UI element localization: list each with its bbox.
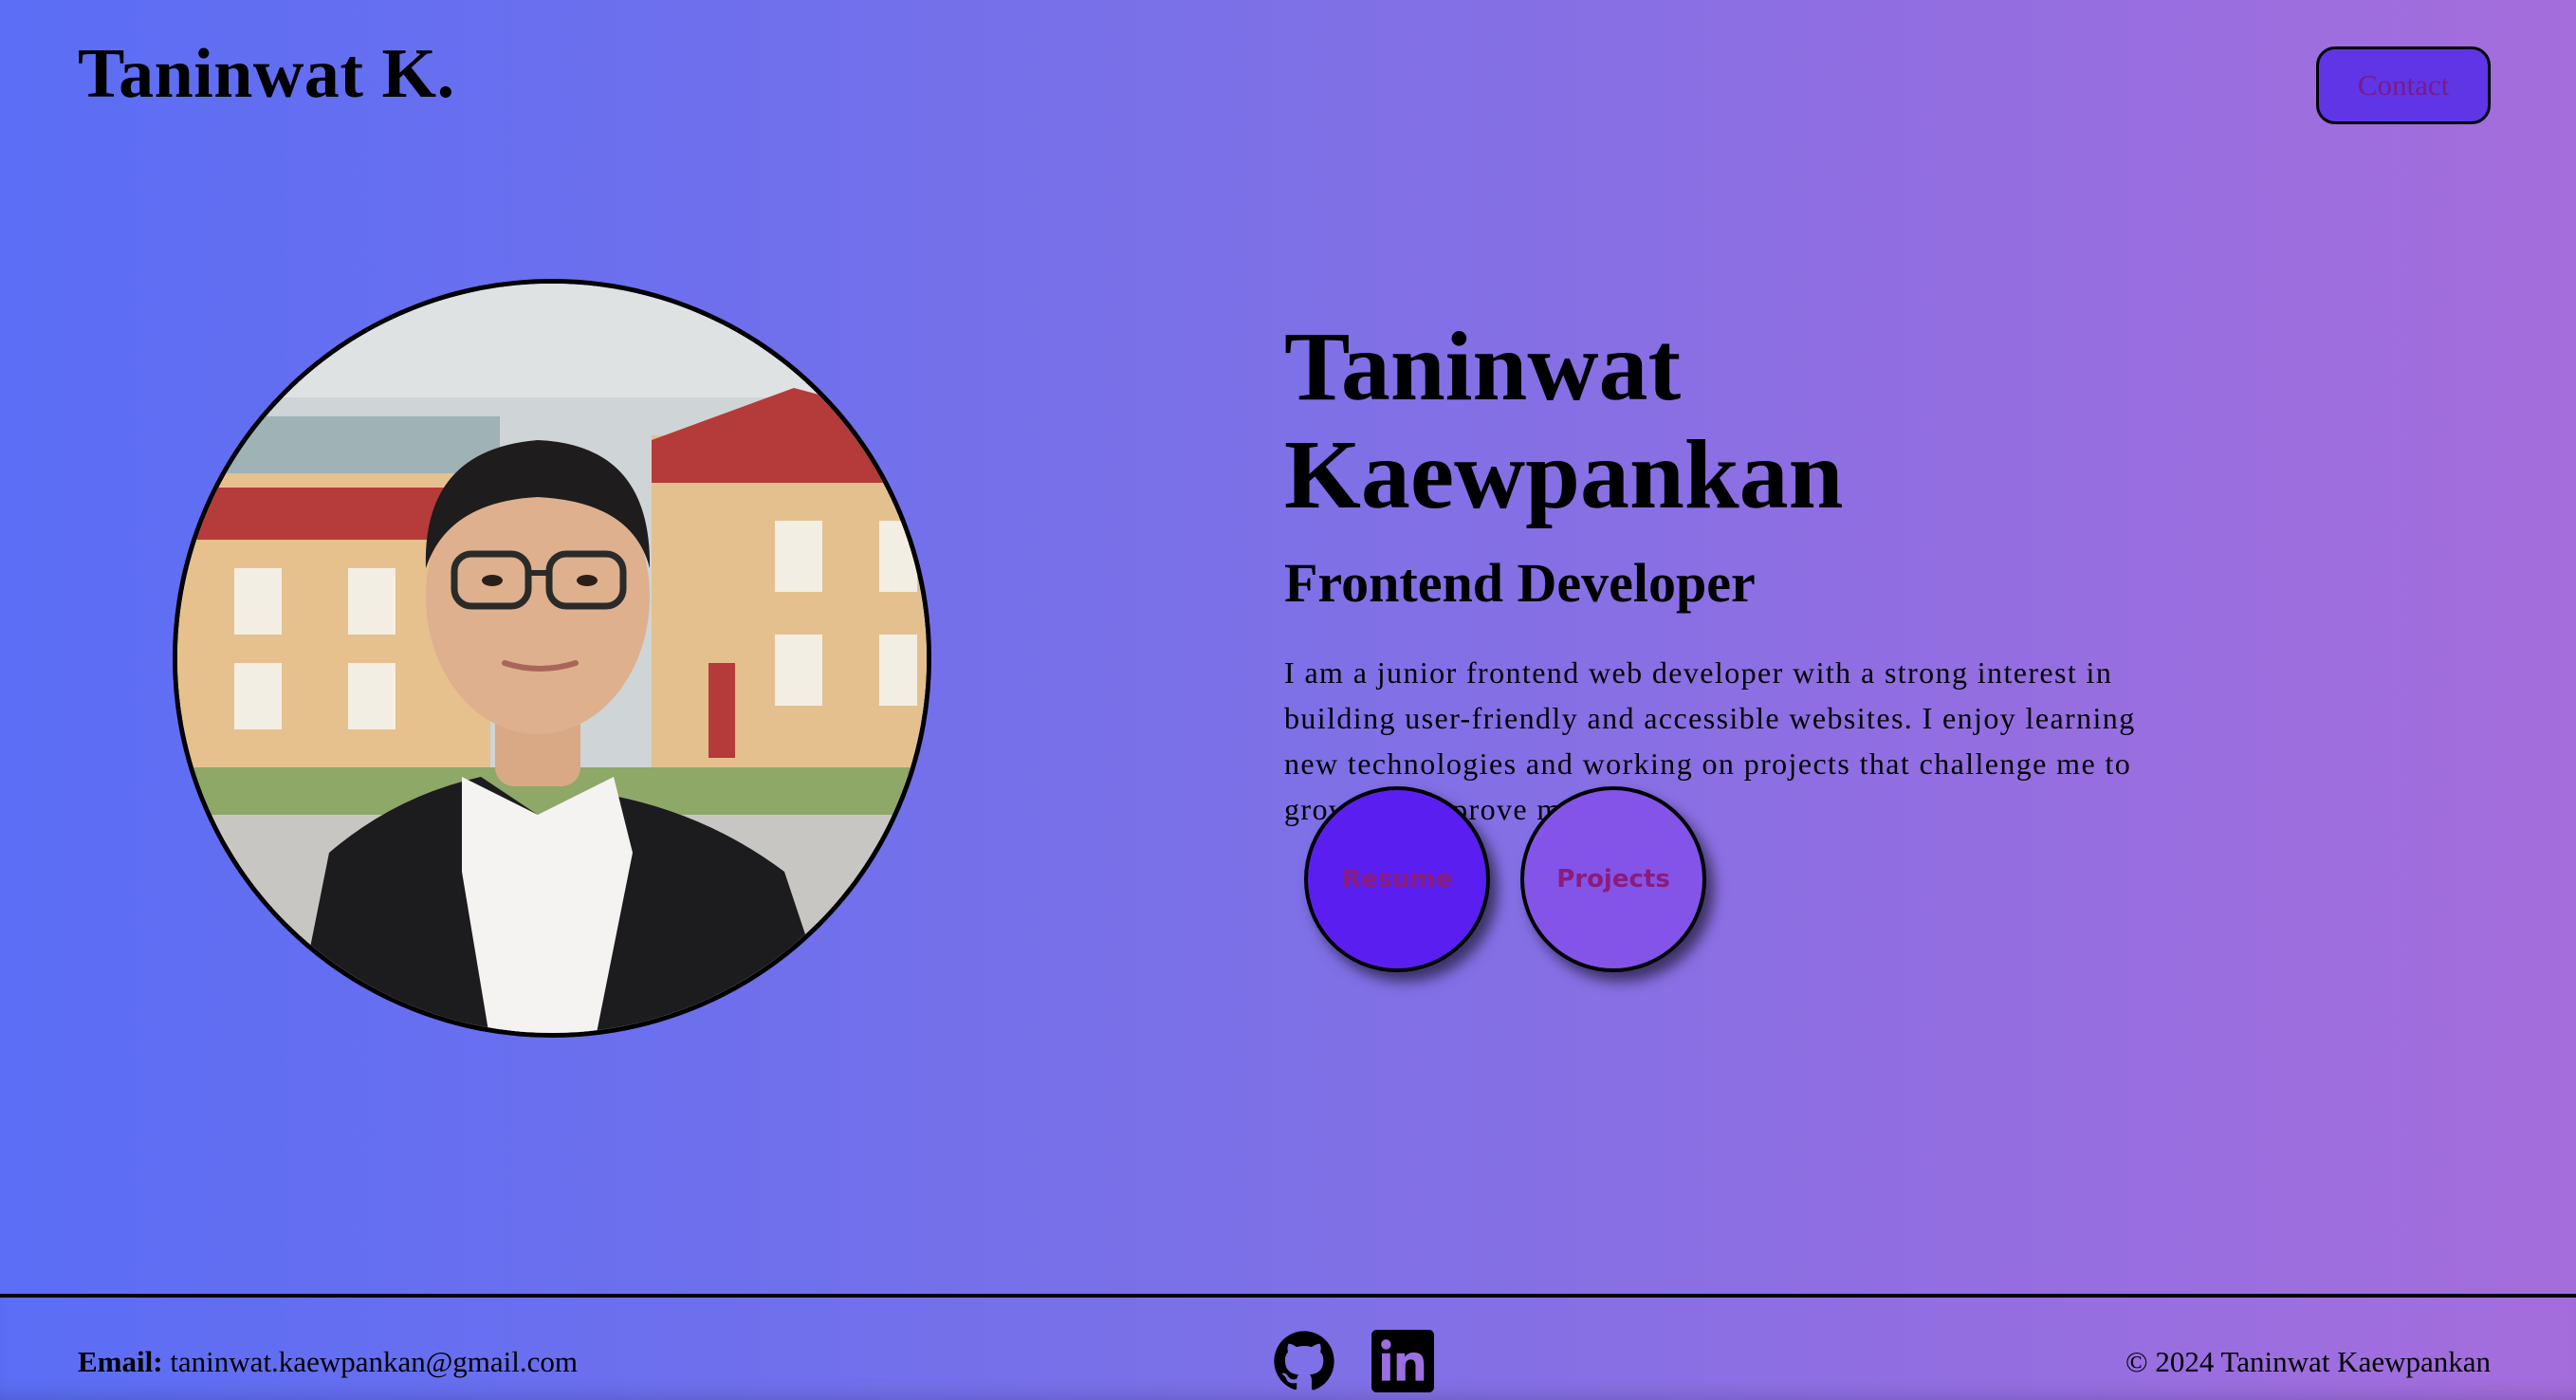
linkedin-icon[interactable] [1371, 1330, 1434, 1392]
hero-section: Taninwat Kaewpankan Frontend Developer I… [1284, 312, 2214, 832]
social-links [1273, 1330, 1434, 1392]
footer-email: Email: taninwat.kaewpankan@gmail.com [78, 1345, 578, 1379]
email-label: Email: [78, 1345, 163, 1378]
email-value[interactable]: taninwat.kaewpankan@gmail.com [170, 1345, 578, 1378]
profile-photo [173, 279, 931, 1038]
hero-role: Frontend Developer [1284, 551, 1756, 614]
contact-button[interactable]: Contact [2316, 46, 2491, 124]
github-icon[interactable] [1273, 1330, 1335, 1392]
resume-button[interactable]: Resume [1304, 786, 1490, 972]
site-footer: Email: taninwat.kaewpankan@gmail.com © 2… [0, 1294, 2576, 1400]
footer-copyright: © 2024 Taninwat Kaewpankan [2125, 1345, 2491, 1378]
site-header: Taninwat K. Contact [0, 0, 2576, 161]
site-brand[interactable]: Taninwat K. [78, 34, 455, 115]
hero-name: Taninwat Kaewpankan [1284, 312, 1844, 530]
projects-button[interactable]: Projects [1520, 786, 1706, 972]
